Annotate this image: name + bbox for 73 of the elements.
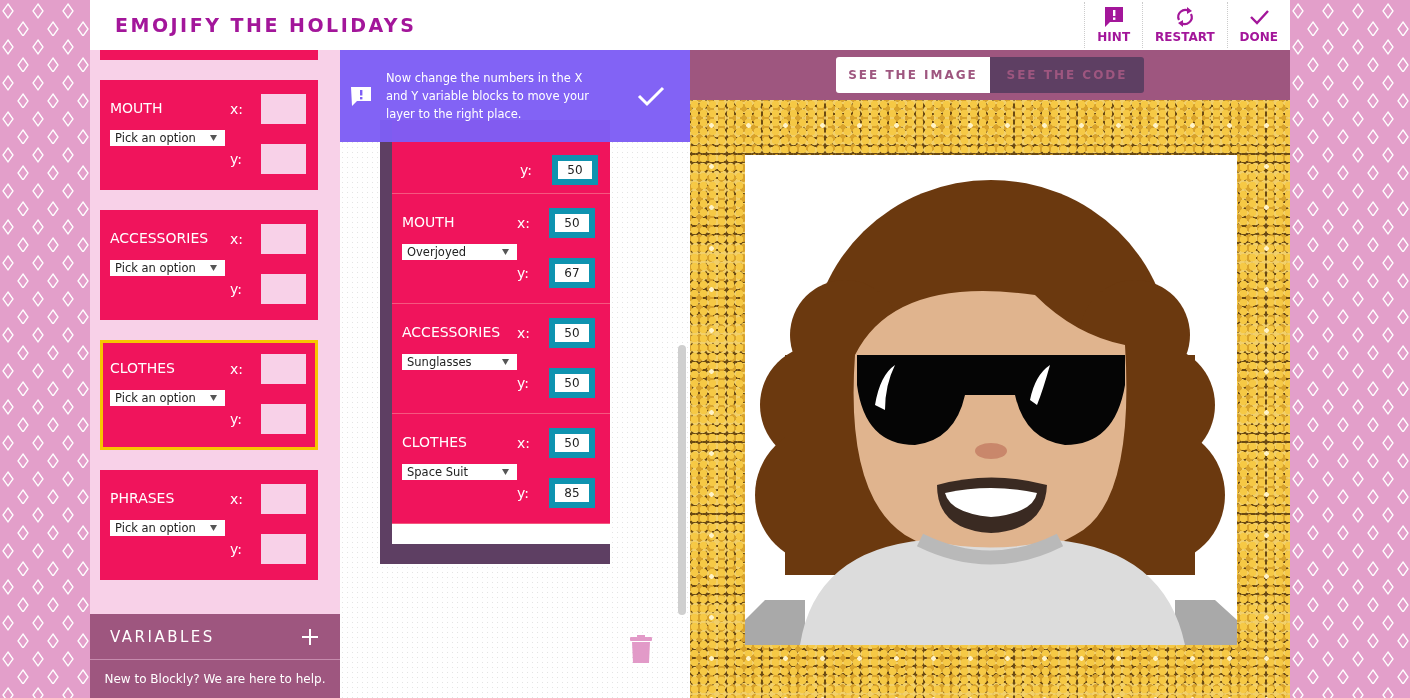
option-dropdown[interactable]: Pick an option <box>110 520 225 536</box>
x-label: x: <box>230 231 244 247</box>
caret-icon <box>210 265 217 271</box>
checkmark-icon[interactable] <box>637 85 665 107</box>
option-dropdown[interactable]: Space Suit <box>402 464 517 480</box>
hint-text: Now change the numbers in the X and Y variable blocks to move your layer to the right place. <box>386 70 590 123</box>
x-label: x: <box>517 435 531 451</box>
code-block[interactable]: CLOTHES Pick an option x: y: <box>100 340 318 450</box>
app-title: EMOJIFY THE HOLIDAYS <box>115 14 417 36</box>
y-label: y: <box>520 162 533 178</box>
y-label: y: <box>230 281 243 297</box>
code-block[interactable]: CLOTHES Space Suit x: 50 y: 85 <box>392 414 610 524</box>
number-field[interactable]: 67 <box>549 258 595 288</box>
input-slot[interactable] <box>261 534 306 564</box>
x-label: x: <box>230 101 244 117</box>
code-block[interactable]: PHRASES Pick an option x: y: <box>100 470 318 580</box>
number-field[interactable]: 50 <box>549 428 595 458</box>
hint-button[interactable]: HINT <box>1084 2 1143 48</box>
hint-icon <box>350 85 372 107</box>
option-dropdown[interactable]: Pick an option <box>110 390 225 406</box>
code-block[interactable]: MOUTH Overjoyed x: 50 y: 67 <box>392 194 610 304</box>
x-label: x: <box>230 491 244 507</box>
y-label: y: <box>230 411 243 427</box>
caret-icon <box>502 249 509 255</box>
option-dropdown[interactable]: Pick an option <box>110 260 225 276</box>
caret-icon <box>502 469 509 475</box>
y-label: y: <box>517 485 530 501</box>
view-tab[interactable]: SEE THE IMAGE <box>836 57 990 93</box>
option-dropdown[interactable]: Pick an option <box>110 130 225 146</box>
caret-icon <box>502 359 509 365</box>
block-label: PHRASES <box>110 490 176 506</box>
option-dropdown[interactable]: Sunglasses <box>402 354 517 370</box>
variables-bar[interactable]: VARIABLES <box>90 614 340 659</box>
number-field[interactable]: 50 <box>549 208 595 238</box>
caret-icon <box>210 135 217 141</box>
block-label: CLOTHES <box>402 434 468 450</box>
restart-button[interactable]: RESTART <box>1142 2 1227 48</box>
y-label: y: <box>230 151 243 167</box>
code-block[interactable]: ACCESSORIES Sunglasses x: 50 y: 50 <box>392 304 610 414</box>
x-label: x: <box>517 325 531 341</box>
input-slot[interactable] <box>261 94 306 124</box>
trash-icon[interactable] <box>630 635 652 663</box>
number-field[interactable]: 50 <box>549 318 595 348</box>
x-label: x: <box>230 361 244 377</box>
input-slot[interactable] <box>261 484 306 514</box>
help-text: New to Blockly? We are here to help. <box>90 659 340 698</box>
scrollbar[interactable] <box>678 345 686 615</box>
block-label: CLOTHES <box>110 360 176 376</box>
input-slot[interactable] <box>261 224 306 254</box>
block-label: MOUTH <box>110 100 164 116</box>
number-field[interactable]: 50 <box>552 155 598 185</box>
caret-icon <box>210 525 217 531</box>
input-slot[interactable] <box>261 274 306 304</box>
block-label: ACCESSORIES <box>110 230 210 246</box>
input-slot[interactable] <box>261 144 306 174</box>
block-label: ACCESSORIES <box>402 324 502 340</box>
input-slot[interactable] <box>261 354 306 384</box>
caret-icon <box>210 395 217 401</box>
option-dropdown[interactable]: Overjoyed <box>402 244 517 260</box>
y-label: y: <box>517 375 530 391</box>
code-block[interactable] <box>100 50 318 60</box>
number-field[interactable]: 50 <box>549 368 595 398</box>
block-label: MOUTH <box>402 214 456 230</box>
plus-icon[interactable] <box>302 628 318 645</box>
y-label: y: <box>230 541 243 557</box>
hint-icon <box>1102 6 1125 28</box>
input-slot[interactable] <box>261 404 306 434</box>
x-label: x: <box>517 215 531 231</box>
code-block[interactable]: ACCESSORIES Pick an option x: y: <box>100 210 318 320</box>
variables-label: VARIABLES <box>110 627 215 646</box>
y-label: y: <box>517 265 530 281</box>
number-field[interactable]: 85 <box>549 478 595 508</box>
code-block[interactable]: MOUTH Pick an option x: y: <box>100 80 318 190</box>
